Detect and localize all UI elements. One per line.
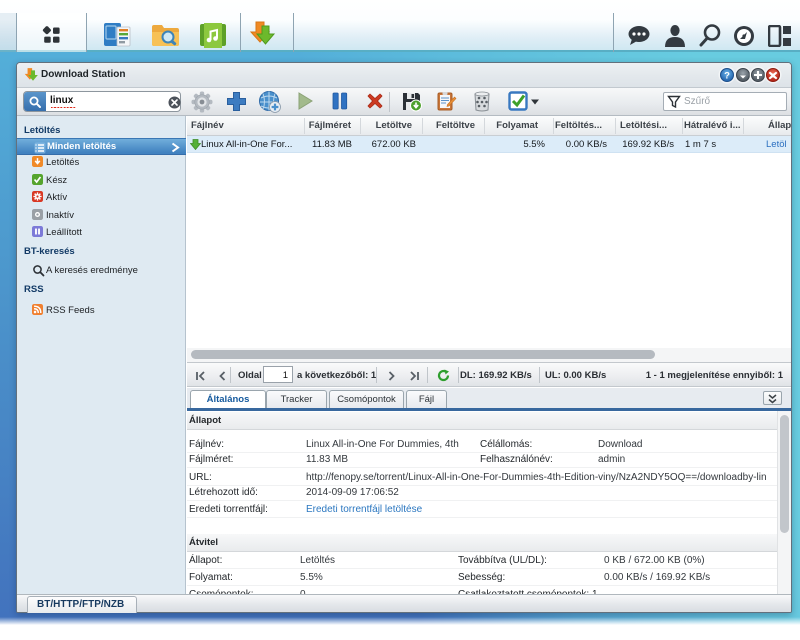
- svg-text:?: ?: [724, 71, 730, 82]
